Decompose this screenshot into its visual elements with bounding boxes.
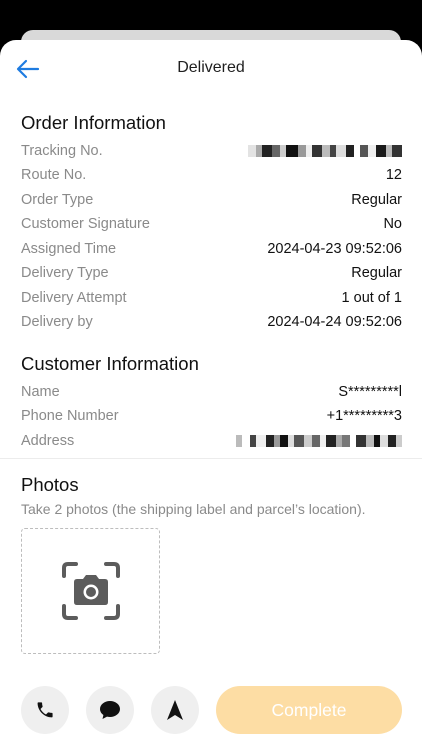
page-title: Delivered — [177, 59, 245, 76]
row-customer-signature: Customer Signature No — [21, 213, 402, 235]
section-divider — [0, 458, 422, 459]
row-address: Address — [21, 430, 402, 452]
navigation-arrow-icon — [167, 700, 183, 720]
row-label: Delivery Type — [21, 265, 109, 281]
row-label: Delivery Attempt — [21, 290, 127, 306]
call-button[interactable] — [21, 686, 69, 734]
row-value: Regular — [351, 265, 402, 281]
row-label: Phone Number — [21, 408, 119, 424]
add-photo-button[interactable] — [21, 528, 160, 654]
row-label: Customer Signature — [21, 216, 150, 232]
complete-button[interactable]: Complete — [216, 686, 402, 734]
delivery-detail-sheet: Delivered Order Information Tracking No. — [0, 40, 422, 750]
row-label: Name — [21, 384, 60, 400]
row-value: +1*********3 — [326, 408, 402, 424]
row-tracking-no: Tracking No. — [21, 140, 402, 162]
row-delivery-by: Delivery by 2024-04-24 09:52:06 — [21, 311, 402, 333]
row-assigned-time: Assigned Time 2024-04-23 09:52:06 — [21, 238, 402, 260]
row-label: Route No. — [21, 167, 87, 183]
row-value: 1 out of 1 — [341, 290, 402, 306]
phone-icon — [37, 702, 53, 718]
redacted-address-value — [236, 435, 402, 447]
order-info-title: Order Information — [21, 112, 166, 133]
photos-title: Photos — [21, 474, 79, 495]
redacted-tracking-value — [248, 145, 402, 157]
row-label: Delivery by — [21, 314, 93, 330]
row-value: 2024-04-23 09:52:06 — [267, 241, 402, 257]
camera-scan-icon — [61, 562, 120, 620]
row-value: 2024-04-24 09:52:06 — [267, 314, 402, 330]
chat-bubble-icon — [100, 701, 120, 719]
row-delivery-attempt: Delivery Attempt 1 out of 1 — [21, 287, 402, 309]
row-delivery-type: Delivery Type Regular — [21, 262, 402, 284]
row-value: Regular — [351, 192, 402, 208]
message-button[interactable] — [86, 686, 134, 734]
row-name: Name S*********l — [21, 381, 402, 403]
row-route-no: Route No. 12 — [21, 164, 402, 186]
row-order-type: Order Type Regular — [21, 189, 402, 211]
header: Delivered — [0, 40, 422, 96]
row-label: Tracking No. — [21, 143, 103, 159]
photos-subtitle: Take 2 photos (the shipping label and pa… — [21, 501, 366, 517]
row-label: Address — [21, 433, 75, 449]
row-phone-number: Phone Number +1*********3 — [21, 405, 402, 427]
row-value: No — [383, 216, 402, 232]
row-label: Order Type — [21, 192, 94, 208]
row-value: S*********l — [338, 384, 402, 400]
row-value: 12 — [385, 167, 402, 183]
navigate-button[interactable] — [151, 686, 199, 734]
customer-info-title: Customer Information — [21, 353, 199, 374]
row-label: Assigned Time — [21, 241, 117, 257]
